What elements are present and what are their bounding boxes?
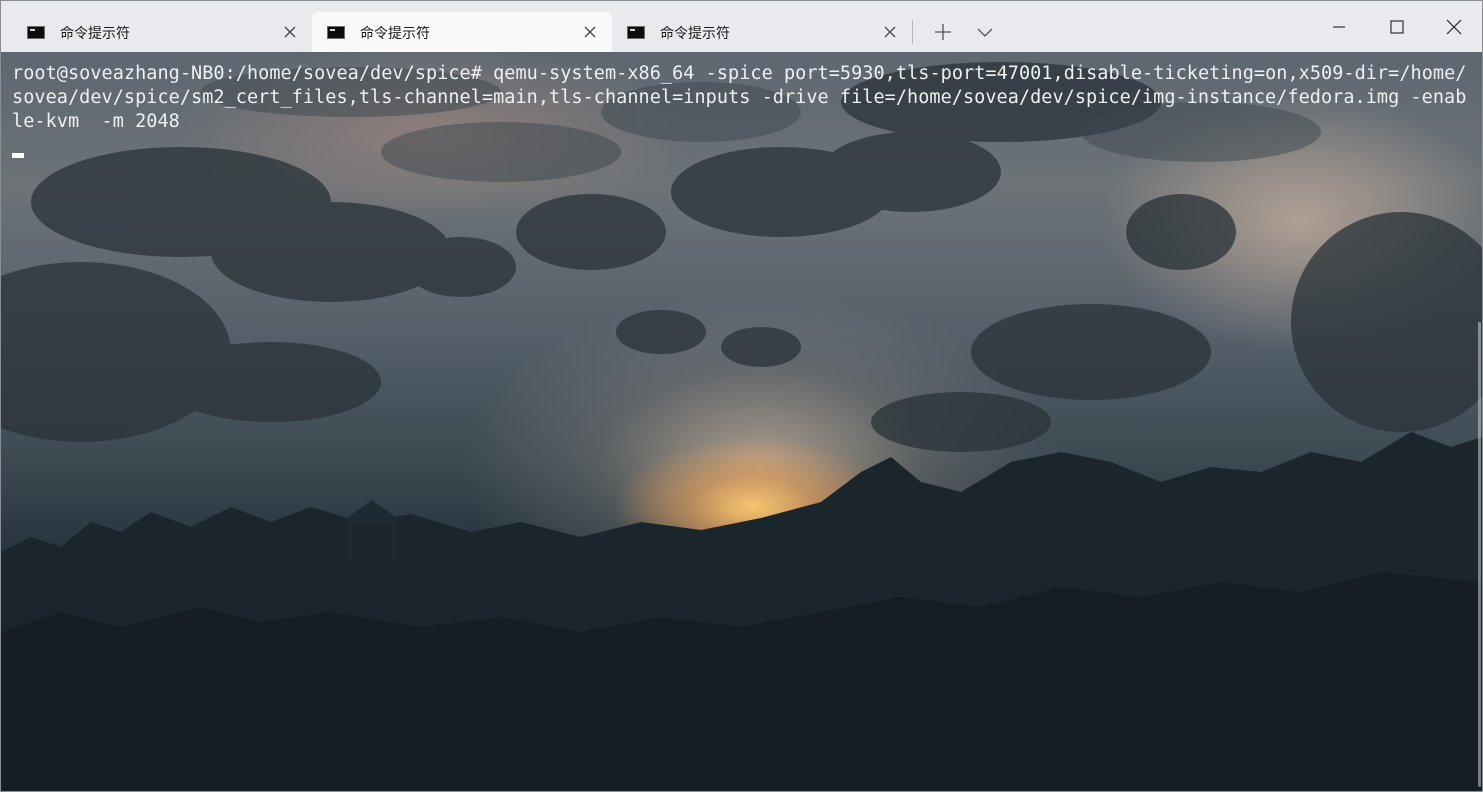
command-prompt-icon — [27, 26, 45, 39]
scrollbar[interactable] — [1478, 322, 1481, 787]
plus-icon[interactable] — [929, 19, 957, 45]
close-tab-icon[interactable] — [582, 24, 598, 40]
tab-bar: 命令提示符 命令提示符 命令提示符 — [1, 1, 1482, 52]
tab-divider — [912, 20, 913, 44]
tab-title: 命令提示符 — [60, 26, 130, 42]
tab-title: 命令提示符 — [360, 26, 430, 42]
tab-cmd-2[interactable]: 命令提示符 — [312, 12, 612, 52]
minimize-icon — [1333, 25, 1345, 28]
command-prompt-icon — [627, 26, 645, 39]
close-tab-icon[interactable] — [282, 24, 298, 40]
tab-cmd-3[interactable]: 命令提示符 — [612, 12, 912, 52]
maximize-icon — [1390, 19, 1404, 34]
close-tab-icon[interactable] — [882, 24, 898, 40]
shell-prompt: root@soveazhang-NB0:/home/sovea/dev/spic… — [12, 63, 482, 84]
terminal-output: root@soveazhang-NB0:/home/sovea/dev/spic… — [12, 62, 1477, 134]
text-cursor — [12, 153, 24, 158]
terminal-window: 命令提示符 命令提示符 命令提示符 root@soveazhang-NB0:/h… — [0, 0, 1483, 792]
chevron-down-icon[interactable] — [973, 21, 997, 43]
maximize-button[interactable] — [1368, 1, 1426, 52]
close-window-button[interactable] — [1425, 1, 1482, 52]
command-prompt-icon — [327, 26, 345, 39]
terminal-pane[interactable]: root@soveazhang-NB0:/home/sovea/dev/spic… — [1, 52, 1482, 791]
background-forest — [1, 432, 1482, 791]
tab-cmd-1[interactable]: 命令提示符 — [12, 12, 312, 52]
tab-title: 命令提示符 — [660, 26, 730, 42]
minimize-button[interactable] — [1310, 1, 1368, 52]
close-icon — [1446, 19, 1462, 34]
